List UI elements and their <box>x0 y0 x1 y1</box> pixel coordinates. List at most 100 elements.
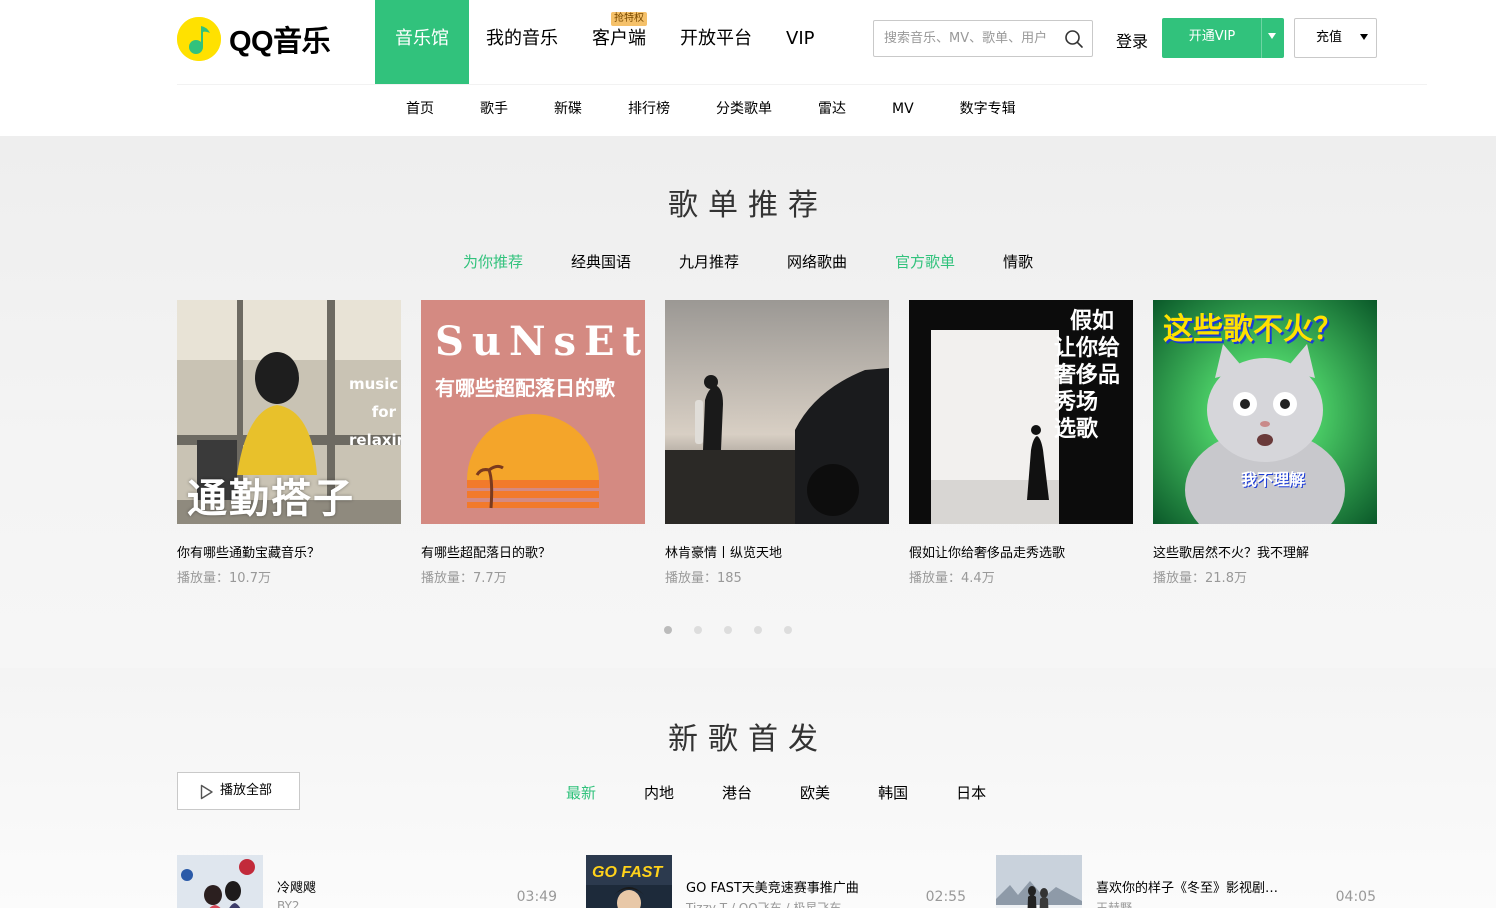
cover-headline: 通勤搭子 <box>187 476 355 522</box>
song-title[interactable]: GO FAST天美竞速赛事推广曲 <box>686 877 886 896</box>
play-count-value: 7.7万 <box>473 571 507 586</box>
playlist-card[interactable]: SuNsEt 有哪些超配落日的歌 有哪些超配落日的歌？ 播放量：7.7万 <box>421 300 645 586</box>
play-count-value: 185 <box>717 571 742 586</box>
playlist-category-tabs: 为你推荐 经典国语 九月推荐 网络歌曲 官方歌单 情歌 <box>0 251 1496 272</box>
logo[interactable]: QQ音乐 <box>177 15 347 63</box>
search-box <box>873 20 1093 57</box>
nav-label: 客户端 <box>592 28 646 49</box>
playlist-cover[interactable]: 假如 让你给 奢侈品 秀场 选歌 <box>909 300 1133 524</box>
nav-item-open-platform[interactable]: 开放平台 <box>663 0 769 84</box>
playlist-title[interactable]: 有哪些超配落日的歌？ <box>421 542 645 561</box>
tab-for-you[interactable]: 为你推荐 <box>439 251 547 272</box>
tab-classic-mandarin[interactable]: 经典国语 <box>547 251 655 272</box>
cover-caption: 我不理解 <box>1241 470 1306 489</box>
tab-korea[interactable]: 韩国 <box>864 782 922 803</box>
play-count-value: 4.4万 <box>961 571 995 586</box>
playlist-card[interactable]: 假如 让你给 奢侈品 秀场 选歌 假如让你给奢侈品走秀选歌 播放量：4.4万 <box>909 300 1133 586</box>
chevron-down-icon[interactable] <box>1360 34 1368 40</box>
playlist-title[interactable]: 你有哪些通勤宝藏音乐？ <box>177 542 401 561</box>
privilege-badge: 抢特权 <box>611 12 647 26</box>
carousel-dot[interactable] <box>724 626 732 634</box>
sub-nav-category-playlists[interactable]: 分类歌单 <box>693 85 795 135</box>
nav-item-music-hall[interactable]: 音乐馆 <box>375 0 469 84</box>
open-vip-button[interactable]: 开通VIP <box>1162 18 1284 58</box>
play-all-button[interactable]: 播放全部 <box>177 772 300 810</box>
song-item[interactable]: 喜欢你的样子《冬至》影视剧… 王赫野 04:05 <box>996 855 1376 908</box>
nav-item-client[interactable]: 客户端 抢特权 <box>575 0 663 84</box>
song-artist[interactable]: 王赫野 <box>1096 899 1132 908</box>
carousel-dot[interactable] <box>754 626 762 634</box>
play-icon <box>200 784 213 800</box>
cover-caption: music for relaxing <box>349 370 401 454</box>
carousel-dot[interactable] <box>784 626 792 634</box>
sub-nav-singers[interactable]: 歌手 <box>457 85 531 135</box>
carousel-dot[interactable] <box>694 626 702 634</box>
playlist-card[interactable]: 这些歌不火？ 我不理解 这些歌居然不火？我不理解 播放量：21.8万 <box>1153 300 1377 586</box>
cover-text: relaxing <box>349 431 401 449</box>
sub-nav-new-albums[interactable]: 新碟 <box>531 85 605 135</box>
playlist-cards: music for relaxing 通勤搭子 你有哪些通勤宝藏音乐？ 播放量：… <box>177 300 1377 586</box>
album-thumbnail[interactable] <box>177 855 263 908</box>
divider <box>1261 18 1262 58</box>
play-count: 播放量：21.8万 <box>1153 567 1377 586</box>
song-title[interactable]: 冷飕飕 <box>277 877 477 896</box>
playlist-title[interactable]: 林肯豪情丨纵览天地 <box>665 542 889 561</box>
cover-text: music <box>349 375 399 393</box>
sub-nav-radar[interactable]: 雷达 <box>795 85 869 135</box>
play-count: 播放量：7.7万 <box>421 567 645 586</box>
album-thumbnail[interactable]: GO FAST <box>586 855 672 908</box>
sub-nav-mv[interactable]: MV <box>869 85 937 135</box>
login-link[interactable]: 登录 <box>1116 28 1148 52</box>
play-count: 播放量：10.7万 <box>177 567 401 586</box>
sub-nav-charts[interactable]: 排行榜 <box>605 85 693 135</box>
carousel-dot[interactable] <box>664 626 672 634</box>
tab-love-songs[interactable]: 情歌 <box>979 251 1057 272</box>
playlist-cover[interactable]: SuNsEt 有哪些超配落日的歌 <box>421 300 645 524</box>
play-count-label: 播放量： <box>1153 571 1206 586</box>
play-count-value: 10.7万 <box>229 571 271 586</box>
tab-september[interactable]: 九月推荐 <box>655 251 763 272</box>
cover-caption: 有哪些超配落日的歌 <box>435 376 615 400</box>
playlist-card[interactable]: 林肯豪情丨纵览天地 播放量：185 <box>665 300 889 586</box>
album-thumbnail[interactable] <box>996 855 1082 908</box>
song-duration: 02:55 <box>925 889 966 905</box>
nav-label: 我的音乐 <box>486 28 558 49</box>
tab-western[interactable]: 欧美 <box>786 782 844 803</box>
tab-official-playlists[interactable]: 官方歌单 <box>871 251 979 272</box>
song-item[interactable]: GO FAST GO FAST天美竞速赛事推广曲 Tizzy T / QQ飞车 … <box>586 855 966 908</box>
playlist-title[interactable]: 这些歌居然不火？我不理解 <box>1153 542 1377 561</box>
top-nav: 音乐馆 我的音乐 客户端 抢特权 开放平台 VIP <box>375 0 831 84</box>
playlist-title[interactable]: 假如让你给奢侈品走秀选歌 <box>909 542 1133 561</box>
cover-text: 选歌 <box>1054 417 1099 442</box>
cover-headline: 这些歌不火？ <box>1163 312 1343 347</box>
song-artist[interactable]: Tizzy T / QQ飞车 / 极星飞车 <box>686 899 841 908</box>
song-title[interactable]: 喜欢你的样子《冬至》影视剧… <box>1096 877 1296 896</box>
sub-nav-home[interactable]: 首页 <box>383 85 457 135</box>
open-vip-label: 开通VIP <box>1188 29 1236 44</box>
tab-latest[interactable]: 最新 <box>552 782 610 803</box>
tab-internet-songs[interactable]: 网络歌曲 <box>763 251 871 272</box>
tab-hk-tw[interactable]: 港台 <box>708 782 766 803</box>
playlist-cover[interactable] <box>665 300 889 524</box>
tab-japan[interactable]: 日本 <box>942 782 1000 803</box>
song-item[interactable]: 冷飕飕 BY2 03:49 <box>177 855 557 908</box>
play-count: 播放量：4.4万 <box>909 567 1133 586</box>
sub-nav-digital-albums[interactable]: 数字专辑 <box>937 85 1039 135</box>
cover-text: 假如 <box>1070 309 1115 334</box>
search-icon[interactable] <box>1064 29 1084 49</box>
playlist-card[interactable]: music for relaxing 通勤搭子 你有哪些通勤宝藏音乐？ 播放量：… <box>177 300 401 586</box>
playlist-cover[interactable]: 这些歌不火？ 我不理解 <box>1153 300 1377 524</box>
play-count-label: 播放量： <box>421 571 474 586</box>
nav-item-my-music[interactable]: 我的音乐 <box>469 0 575 84</box>
nav-label: 开放平台 <box>680 28 752 49</box>
play-count-value: 21.8万 <box>1205 571 1247 586</box>
section-title: 歌单推荐 <box>668 188 828 223</box>
search-input[interactable] <box>874 21 1054 56</box>
tab-mainland[interactable]: 内地 <box>630 782 688 803</box>
carousel-pagination <box>0 626 1496 634</box>
playlist-cover[interactable]: music for relaxing 通勤搭子 <box>177 300 401 524</box>
recharge-button[interactable]: 充值 <box>1294 18 1377 58</box>
song-artist[interactable]: BY2 <box>277 899 300 908</box>
chevron-down-icon[interactable] <box>1268 33 1276 39</box>
nav-item-vip[interactable]: VIP <box>769 0 831 84</box>
